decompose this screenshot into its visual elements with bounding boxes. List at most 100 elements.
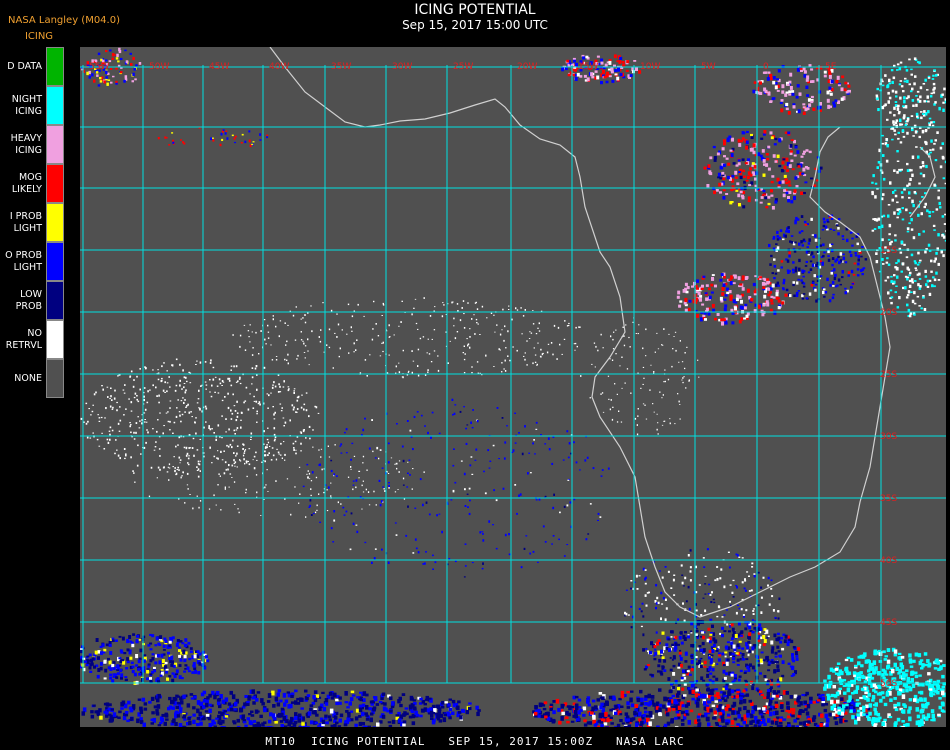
cloud-pixel <box>344 691 348 696</box>
cloud-pixel <box>658 570 661 572</box>
cloud-pixel <box>467 302 469 304</box>
cloud-pixel <box>930 139 933 143</box>
cloud-pixel <box>796 218 800 221</box>
cloud-pixel <box>503 368 505 370</box>
cloud-pixel <box>234 701 238 707</box>
cloud-pixel <box>888 82 891 85</box>
cloud-pixel <box>575 461 578 464</box>
cloud-pixel <box>358 704 363 708</box>
cloud-pixel <box>787 710 792 714</box>
cloud-pixel <box>889 111 892 114</box>
cloud-pixel <box>733 649 737 652</box>
cloud-pixel <box>135 422 138 424</box>
cloud-pixel <box>736 664 740 666</box>
cloud-pixel <box>158 394 160 397</box>
cloud-pixel <box>728 278 732 281</box>
cloud-pixel <box>407 505 409 508</box>
cloud-pixel <box>323 491 325 494</box>
cloud-pixel <box>699 664 703 668</box>
cloud-pixel <box>368 707 372 711</box>
cloud-pixel <box>732 162 736 165</box>
cloud-pixel <box>474 459 477 461</box>
cloud-pixel <box>667 677 671 681</box>
cloud-pixel <box>336 336 338 338</box>
cloud-pixel <box>763 639 767 643</box>
cloud-pixel <box>282 386 285 388</box>
cloud-pixel <box>204 361 207 363</box>
cloud-pixel <box>942 177 946 180</box>
cloud-pixel <box>136 398 138 401</box>
cloud-pixel <box>178 708 183 714</box>
cloud-pixel <box>400 321 402 323</box>
cloud-pixel <box>532 442 534 445</box>
cloud-pixel <box>681 574 684 576</box>
cloud-pixel <box>548 448 551 451</box>
cloud-pixel <box>767 576 770 580</box>
cloud-pixel <box>514 442 517 444</box>
cloud-pixel <box>734 634 738 638</box>
cloud-pixel <box>723 694 727 698</box>
cloud-pixel <box>211 719 215 724</box>
cloud-pixel <box>600 702 604 706</box>
cloud-pixel <box>894 133 897 136</box>
cloud-pixel <box>774 137 778 141</box>
cloud-pixel <box>464 505 467 507</box>
cloud-pixel <box>915 95 918 97</box>
cloud-pixel <box>925 248 928 250</box>
cloud-pixel <box>790 139 794 142</box>
cloud-pixel <box>834 721 839 726</box>
cloud-pixel <box>126 638 130 644</box>
cloud-pixel <box>861 268 864 271</box>
cloud-pixel <box>802 721 807 726</box>
cloud-pixel <box>465 442 468 445</box>
cloud-pixel <box>762 707 766 711</box>
cloud-pixel <box>340 443 343 446</box>
cloud-pixel <box>617 67 620 72</box>
cloud-pixel <box>188 720 192 726</box>
cloud-pixel <box>709 156 713 160</box>
cloud-pixel <box>530 332 533 334</box>
cloud-pixel <box>662 597 665 600</box>
cloud-pixel <box>725 722 729 726</box>
cloud-pixel <box>679 300 683 303</box>
cloud-pixel <box>308 478 311 480</box>
cloud-pixel <box>229 473 232 475</box>
cloud-pixel <box>907 268 911 271</box>
cloud-pixel <box>224 715 229 718</box>
cloud-pixel <box>748 575 750 577</box>
cloud-pixel <box>197 460 200 463</box>
cloud-pixel <box>889 242 892 246</box>
cloud-pixel <box>459 715 463 720</box>
cloud-pixel <box>574 349 576 351</box>
cloud-pixel <box>371 561 373 564</box>
cloud-pixel <box>885 159 889 163</box>
cloud-pixel <box>944 98 946 101</box>
cloud-pixel <box>162 648 166 651</box>
cloud-pixel <box>887 263 891 266</box>
cloud-pixel <box>940 250 943 254</box>
cloud-pixel <box>746 571 749 573</box>
cloud-pixel <box>918 272 921 276</box>
cloud-pixel <box>919 259 922 262</box>
cloud-pixel <box>776 78 779 81</box>
cloud-pixel <box>644 569 647 571</box>
cloud-pixel <box>760 611 763 614</box>
cloud-pixel <box>190 411 192 413</box>
cloud-pixel <box>339 713 344 718</box>
cloud-pixel <box>422 503 424 507</box>
cloud-pixel <box>785 288 789 291</box>
cloud-pixel <box>913 313 916 316</box>
cloud-pixel <box>942 101 945 104</box>
cloud-pixel <box>699 298 702 302</box>
cloud-pixel <box>179 658 183 662</box>
cloud-pixel <box>217 450 219 452</box>
cloud-pixel <box>804 708 808 711</box>
cloud-pixel <box>723 141 726 146</box>
cloud-pixel <box>812 255 815 259</box>
cloud-pixel <box>159 468 161 471</box>
cloud-pixel <box>726 609 728 611</box>
cloud-pixel <box>575 326 577 329</box>
cloud-pixel <box>615 329 617 331</box>
cloud-pixel <box>698 713 702 716</box>
cloud-pixel <box>738 640 742 643</box>
